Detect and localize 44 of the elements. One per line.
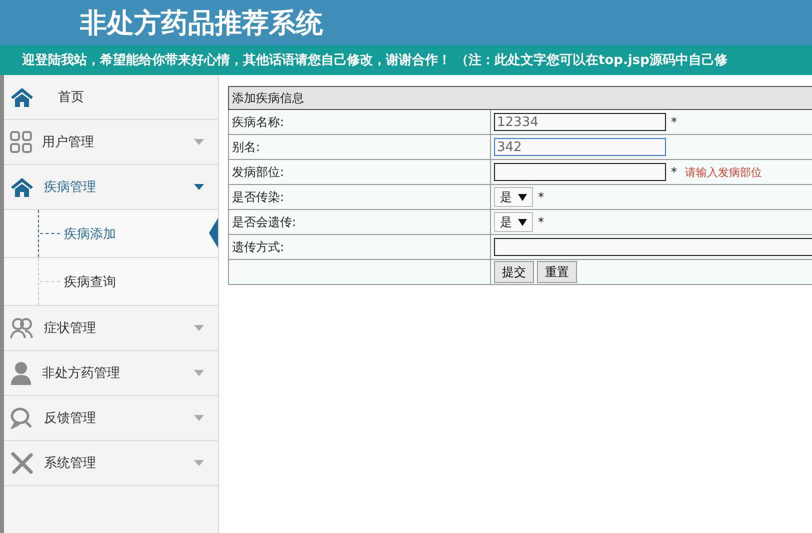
field-label: 发病部位: bbox=[228, 160, 490, 184]
home-icon bbox=[10, 87, 34, 107]
caret-icon bbox=[518, 194, 527, 200]
sidebar-item[interactable]: 系统管理 bbox=[4, 441, 218, 486]
caret-icon bbox=[194, 370, 204, 376]
caret-icon bbox=[518, 218, 527, 226]
text-field[interactable] bbox=[494, 163, 666, 181]
sidebar-item[interactable]: 非处方药管理 bbox=[4, 351, 218, 396]
sidebar-item[interactable]: 症状管理 bbox=[4, 306, 218, 351]
error-message: 请输入发病部位 bbox=[685, 166, 762, 178]
caret-icon bbox=[194, 415, 204, 421]
field-label: 是否会遗传: bbox=[228, 210, 490, 234]
select-field[interactable]: 是 bbox=[494, 187, 533, 207]
required-mark: * bbox=[671, 164, 677, 178]
caret-icon bbox=[194, 139, 204, 145]
person-icon bbox=[10, 361, 32, 385]
form-title: 添加疾病信息 bbox=[228, 86, 812, 110]
select-field[interactable]: 是 bbox=[494, 212, 533, 232]
field-label: 疾病名称: bbox=[228, 110, 490, 134]
text-field[interactable]: 12334 bbox=[494, 113, 666, 131]
caret-icon bbox=[194, 184, 204, 190]
field-label: 遗传方式: bbox=[228, 234, 490, 260]
sidebar-item[interactable]: 用户管理 bbox=[4, 120, 218, 165]
required-mark: * bbox=[671, 114, 677, 128]
caret-icon bbox=[194, 460, 204, 466]
form-button[interactable]: 提交 bbox=[494, 261, 534, 283]
notice-marquee: 迎登陆我站，希望能给你带来好心情，其他话语请您自己修改，谢谢合作！ （注：此处文字您可以在top.jsp源码中自己修 bbox=[0, 45, 812, 75]
submenu-item[interactable]: 疾病添加 bbox=[4, 210, 218, 258]
users-icon bbox=[10, 317, 34, 339]
site-title: 非处方药品推荐系统 bbox=[80, 6, 323, 40]
required-mark: * bbox=[538, 214, 544, 228]
home-icon bbox=[10, 177, 34, 197]
chat-icon bbox=[10, 407, 34, 429]
grid-icon bbox=[10, 131, 32, 153]
field-label: 别名: bbox=[228, 134, 490, 160]
required-mark: * bbox=[538, 190, 544, 204]
text-field[interactable]: 342 bbox=[494, 138, 666, 156]
sidebar-item[interactable]: 反馈管理 bbox=[4, 396, 218, 441]
caret-icon bbox=[194, 325, 204, 331]
sidebar-item[interactable]: 首页 bbox=[4, 75, 218, 120]
form-button[interactable]: 重置 bbox=[537, 261, 577, 283]
field-label: 是否传染: bbox=[228, 184, 490, 210]
submenu-item[interactable]: 疾病查询 bbox=[4, 258, 218, 306]
text-field[interactable] bbox=[494, 238, 812, 256]
